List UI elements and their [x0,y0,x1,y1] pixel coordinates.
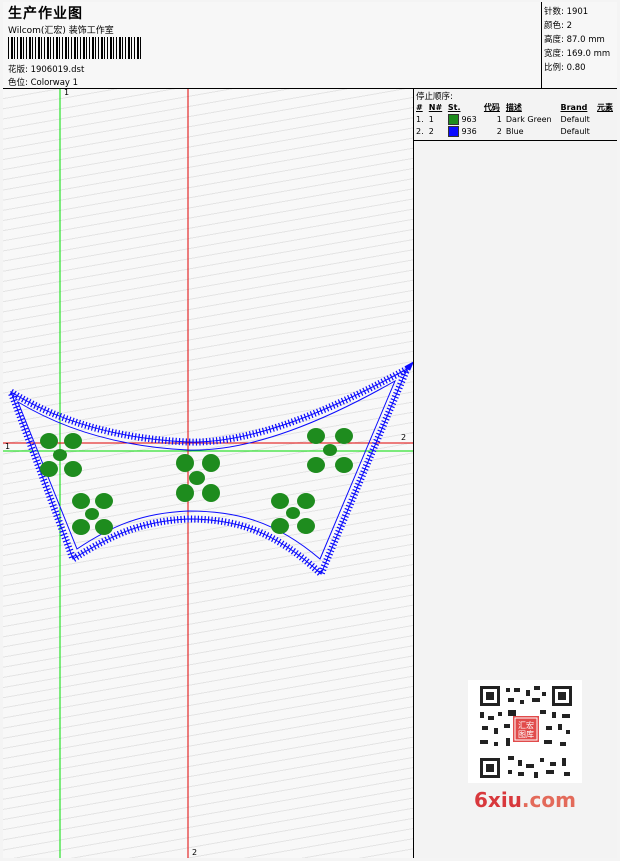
row-needle: 1 [428,114,434,124]
red-h-guide-label: 2 [401,433,407,442]
embroidery-preview [3,89,413,858]
row-code: 2 [496,126,502,136]
table-row: 1. 1 963 1 Dark Green Default [414,113,617,125]
colors-value: 2 [566,21,572,31]
green-h-guide-label: 1 [5,442,11,451]
height-row: 高度: 87.0 mm [544,33,605,45]
design-canvas: 1 1 2 2 [3,89,414,858]
row-brand: Default [560,114,590,124]
stitches-label: 针数: [544,7,564,17]
colorway-label: 色位: [8,78,28,88]
col-index: # [416,102,423,112]
row-code: 1 [496,114,502,124]
row-description: Blue [505,126,524,136]
stamp-text-bottom: 图库 [518,729,534,739]
design-info-box: 针数: 1901 颜色: 2 高度: 87.0 mm 宽度: 169.0 mm … [541,2,617,89]
table-header-row: # N# St. 代码 描述 Brand 元素 [414,101,617,113]
row-brand: Default [560,126,590,136]
header: 生产作业图 Wilcom(汇宏) 装饰工作室 花版: 1906019.dst 色… [3,2,617,89]
row-stitches-value: 963 [461,114,477,124]
col-code: 代码 [483,102,500,112]
watermark-logo: 6xiu.com [474,788,576,812]
stamp-text-top: 汇宏 [518,720,534,730]
row-stitches-value: 936 [461,126,477,136]
colorway-line: 色位: Colorway 1 [8,76,78,88]
color-swatch [447,113,459,125]
stitches-value: 1901 [566,7,589,17]
table-bottom-rule [414,140,617,141]
scale-row: 比例: 0.80 [544,61,586,73]
col-brand: Brand [560,102,588,112]
row-description: Dark Green [505,114,552,124]
row-element [595,113,617,125]
col-description: 描述 [505,102,522,112]
row-stitches: 963 [446,113,482,125]
barcode [8,37,143,59]
green-v-guide-label: 1 [64,89,70,97]
row-index: 1. [416,114,424,124]
qr-code-graphic: 汇宏 图库 [468,680,582,783]
width-value: 169.0 mm [566,49,611,59]
page-title: 生产作业图 [8,6,83,22]
row-index: 2. [416,126,424,136]
color-swatch [447,125,459,137]
col-element: 元素 [597,102,613,112]
col-stitches: St. [447,102,461,112]
design-label: 花版: [8,65,28,75]
row-stitches: 936 [446,125,482,137]
design-file: 1906019.dst [30,65,85,75]
studio-name: Wilcom(汇宏) 装饰工作室 [8,26,114,36]
watermark-name: 6xiu [474,788,522,812]
qr-code: 汇宏 图库 [468,680,582,783]
colors-label: 颜色: [544,21,564,31]
colors-row: 颜色: 2 [544,19,572,31]
colorway-value: Colorway 1 [30,78,79,88]
red-v-guide-label: 2 [192,848,198,857]
scale-label: 比例: [544,63,564,73]
width-label: 宽度: [544,49,564,59]
row-needle: 2 [428,126,434,136]
stop-sequence-table: # N# St. 代码 描述 Brand 元素 1. 1 963 1 Dark … [414,101,617,137]
table-row: 2. 2 936 2 Blue Default [414,125,617,137]
stitches-row: 针数: 1901 [544,5,588,17]
width-row: 宽度: 169.0 mm [544,47,610,59]
height-label: 高度: [544,35,564,45]
row-element [595,125,617,137]
design-line: 花版: 1906019.dst [8,63,84,75]
watermark-tld: .com [521,788,576,812]
col-needle: N# [428,102,443,112]
height-value: 87.0 mm [566,35,605,45]
scale-value: 0.80 [566,63,586,73]
